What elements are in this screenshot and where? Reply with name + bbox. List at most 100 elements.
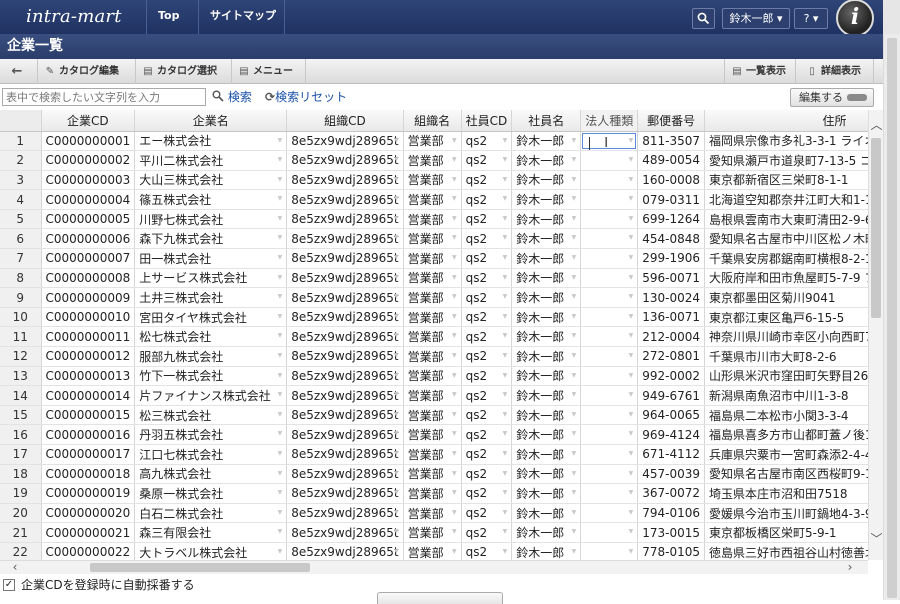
scroll-thumb[interactable] [90,563,310,572]
table-row[interactable]: 22C0000000022大トラベル株式会社8e5zx9wdj28965t営業部… [0,542,868,560]
employee-cd-cell[interactable]: qs2 [461,209,513,230]
postal-code-cell[interactable]: 949-6761 [637,385,705,406]
org-cd-cell[interactable]: 8e5zx9wdj28965t [286,444,404,465]
org-name-cell[interactable]: 営業部 [403,444,462,465]
employee-name-cell[interactable]: 鈴木一郎 [511,209,582,230]
company-name-cell[interactable]: 高九株式会社 [134,464,288,485]
table-row[interactable]: 1C0000000001エー株式会社8e5zx9wdj28965t営業部qs2鈴… [0,131,868,152]
table-row[interactable]: 2C0000000002平川二株式会社8e5zx9wdj28965t営業部qs2… [0,150,868,171]
company-cd-cell[interactable]: C0000000014 [41,385,136,406]
company-name-cell[interactable]: 田一株式会社 [134,248,288,269]
org-cd-cell[interactable]: 8e5zx9wdj28965t [286,326,404,348]
back-button[interactable]: ← [0,59,38,84]
corporate-type-cell[interactable] [580,189,639,210]
address-cell[interactable]: 兵庫県宍粟市一宮町森添2-4-4 [704,444,868,465]
org-cd-cell[interactable]: 8e5zx9wdj28965t [286,522,404,543]
catalog-select-button[interactable]: ▤ カタログ選択 [136,59,232,84]
auto-number-checkbox[interactable]: ✓ [3,579,15,591]
employee-cd-cell[interactable]: qs2 [461,522,513,543]
corporate-type-cell[interactable] [580,209,639,230]
employee-name-cell[interactable]: 鈴木一郎 [511,287,582,308]
org-name-cell[interactable]: 営業部 [403,405,462,426]
employee-name-cell[interactable]: 鈴木一郎 [511,307,582,328]
company-cd-header[interactable]: 企業CD [41,110,136,132]
table-row[interactable]: 12C0000000012服部九株式会社8e5zx9wdj28965t営業部qs… [0,346,868,367]
employee-name-cell[interactable]: 鈴木一郎 [511,346,582,367]
address-cell[interactable]: 愛知県瀬戸市道泉町7-13-5 コーポ道泉 [704,150,868,171]
employee-name-cell[interactable]: 鈴木一郎 [511,385,582,406]
company-name-cell[interactable]: 大山三株式会社 [134,170,288,191]
address-cell[interactable]: 福岡県宗像市多礼3-3-1 ライオンズマ [704,131,868,152]
scroll-thumb[interactable] [871,138,881,318]
nav-sitemap[interactable]: サイトマップ [198,0,288,34]
corporate-type-cell[interactable] [580,542,639,560]
postal-code-cell[interactable]: 212-0004 [637,326,705,348]
company-cd-cell[interactable]: C0000000016 [41,424,136,445]
employee-cd-cell[interactable]: qs2 [461,131,513,152]
address-cell[interactable]: 新潟県南魚沼市中川1-3-8 [704,385,868,406]
org-name-cell[interactable]: 営業部 [403,346,462,367]
org-name-cell[interactable]: 営業部 [403,522,462,543]
table-vertical-scrollbar[interactable]: ︿ ﹀ [868,110,883,560]
address-cell[interactable]: 埼玉県本庄市沼和田7518 [704,483,868,504]
company-cd-cell[interactable]: C0000000011 [41,326,136,348]
postal-code-cell[interactable]: 596-0071 [637,268,705,289]
org-name-header[interactable]: 組織名 [403,110,462,132]
company-name-cell[interactable]: 松七株式会社 [134,326,288,348]
table-row[interactable]: 4C0000000004篠五株式会社8e5zx9wdj28965t営業部qs2鈴… [0,189,868,210]
org-cd-cell[interactable]: 8e5zx9wdj28965t [286,189,404,210]
employee-cd-cell[interactable]: qs2 [461,346,513,367]
company-cd-cell[interactable]: C0000000012 [41,346,136,367]
company-cd-cell[interactable]: C0000000013 [41,366,136,387]
employee-cd-cell[interactable]: qs2 [461,170,513,191]
user-menu-button[interactable]: 鈴木一郎 ▾ [722,8,790,29]
company-name-cell[interactable]: 大トラベル株式会社 [134,542,288,560]
page-scroll-thumb[interactable] [887,38,897,598]
corporate-type-cell[interactable] [580,366,639,387]
employee-cd-cell[interactable]: qs2 [461,228,513,250]
table-row[interactable]: 9C0000000009土井三株式会社8e5zx9wdj28965t営業部qs2… [0,287,868,308]
org-cd-cell[interactable]: 8e5zx9wdj28965t [286,287,404,308]
company-name-cell[interactable]: 土井三株式会社 [134,287,288,308]
org-name-cell[interactable]: 営業部 [403,464,462,485]
company-name-cell[interactable]: 篠五株式会社 [134,189,288,210]
global-search-button[interactable] [692,8,715,29]
address-cell[interactable]: 千葉県安房郡鋸南町横根8-2-1 [704,248,868,269]
company-name-cell[interactable]: 宮田タイヤ株式会社 [134,307,288,328]
org-cd-cell[interactable]: 8e5zx9wdj28965t [286,209,404,230]
postal-code-cell[interactable]: 969-4124 [637,424,705,445]
company-cd-cell[interactable]: C0000000008 [41,268,136,289]
org-cd-cell[interactable]: 8e5zx9wdj28965t [286,542,404,560]
row-number-header[interactable] [0,110,42,132]
table-row[interactable]: 16C0000000016丹羽五株式会社8e5zx9wdj28965t営業部qs… [0,424,868,445]
register-button[interactable] [377,592,503,604]
postal-code-cell[interactable]: 699-1264 [637,209,705,230]
table-row[interactable]: 6C0000000006森下九株式会社8e5zx9wdj28965t営業部qs2… [0,228,868,250]
employee-cd-cell[interactable]: qs2 [461,307,513,328]
org-cd-cell[interactable]: 8e5zx9wdj28965t [286,483,404,504]
org-name-cell[interactable]: 営業部 [403,542,462,560]
nav-top-menu[interactable]: Top ▾ [146,0,198,54]
employee-cd-header[interactable]: 社員CD [461,110,513,132]
scroll-down-icon[interactable]: ﹀ [869,532,884,546]
search-reset-link[interactable]: ⟳検索リセット [265,88,347,106]
table-row[interactable]: 15C0000000015松三株式会社8e5zx9wdj28965t営業部qs2… [0,405,868,426]
company-cd-cell[interactable]: C0000000003 [41,170,136,191]
postal-code-cell[interactable]: 299-1906 [637,248,705,269]
employee-name-cell[interactable]: 鈴木一郎 [511,464,582,485]
page-vertical-scrollbar[interactable] [883,34,900,600]
address-cell[interactable]: 北海道空知郡奈井江町大和1-15-5-111 [704,189,868,210]
corporate-type-cell[interactable] [580,522,639,543]
company-name-cell[interactable]: エー株式会社 [134,131,288,152]
company-name-cell[interactable]: 森三有限会社 [134,522,288,543]
address-header[interactable]: 住所 [704,110,868,132]
org-name-cell[interactable]: 営業部 [403,131,462,152]
cell-edit-input[interactable]: I [582,132,637,150]
employee-name-cell[interactable]: 鈴木一郎 [511,268,582,289]
employee-name-cell[interactable]: 鈴木一郎 [511,228,582,250]
edit-mode-toggle[interactable]: 編集する [790,88,874,107]
org-cd-cell[interactable]: 8e5zx9wdj28965t [286,405,404,426]
org-cd-cell[interactable]: 8e5zx9wdj28965t [286,228,404,250]
table-row[interactable]: 5C0000000005川野七株式会社8e5zx9wdj28965t営業部qs2… [0,209,868,230]
org-name-cell[interactable]: 営業部 [403,189,462,210]
